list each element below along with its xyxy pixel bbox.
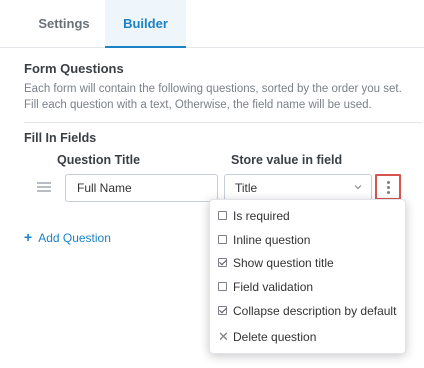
add-question-button[interactable]: + Add Question bbox=[24, 229, 111, 245]
store-value-header: Store value in field bbox=[231, 153, 343, 167]
checkbox-icon[interactable] bbox=[218, 211, 227, 221]
menu-item-show-question-title[interactable]: Show question title bbox=[218, 253, 334, 273]
menu-item-inline-question[interactable]: Inline question bbox=[218, 230, 310, 250]
store-field-select[interactable]: Title bbox=[224, 174, 372, 202]
tab-builder[interactable]: Builder bbox=[105, 0, 186, 48]
kebab-icon bbox=[387, 181, 390, 184]
checkbox-icon[interactable] bbox=[218, 235, 227, 245]
menu-item-is-required[interactable]: Is required bbox=[218, 206, 290, 226]
chevron-down-icon bbox=[354, 185, 362, 190]
tab-settings[interactable]: Settings bbox=[24, 0, 104, 48]
plus-icon: + bbox=[24, 229, 33, 245]
question-options-menu: Is required Inline question Show questio… bbox=[209, 199, 406, 354]
checkbox-checked-icon[interactable] bbox=[218, 306, 227, 316]
checkbox-checked-icon[interactable] bbox=[218, 258, 227, 268]
question-title-input[interactable] bbox=[65, 174, 218, 202]
menu-item-collapse-description[interactable]: Collapse description by default bbox=[218, 301, 396, 321]
more-options-button[interactable] bbox=[375, 174, 401, 200]
form-questions-title: Form Questions bbox=[24, 61, 124, 76]
question-title-header: Question Title bbox=[57, 153, 141, 167]
close-icon: ✕ bbox=[218, 328, 229, 344]
store-field-select-value: Title bbox=[235, 181, 258, 195]
menu-item-field-validation[interactable]: Field validation bbox=[218, 277, 313, 297]
menu-item-delete-question[interactable]: ✕ Delete question bbox=[218, 327, 316, 347]
checkbox-icon[interactable] bbox=[218, 282, 227, 292]
section-divider bbox=[24, 122, 422, 123]
drag-handle-icon[interactable] bbox=[37, 182, 51, 192]
fill-in-fields-title: Fill In Fields bbox=[24, 131, 97, 145]
add-question-label: Add Question bbox=[38, 231, 111, 245]
tab-bar: Settings Builder bbox=[0, 0, 424, 48]
form-questions-description: Each form will contain the following que… bbox=[24, 83, 402, 111]
